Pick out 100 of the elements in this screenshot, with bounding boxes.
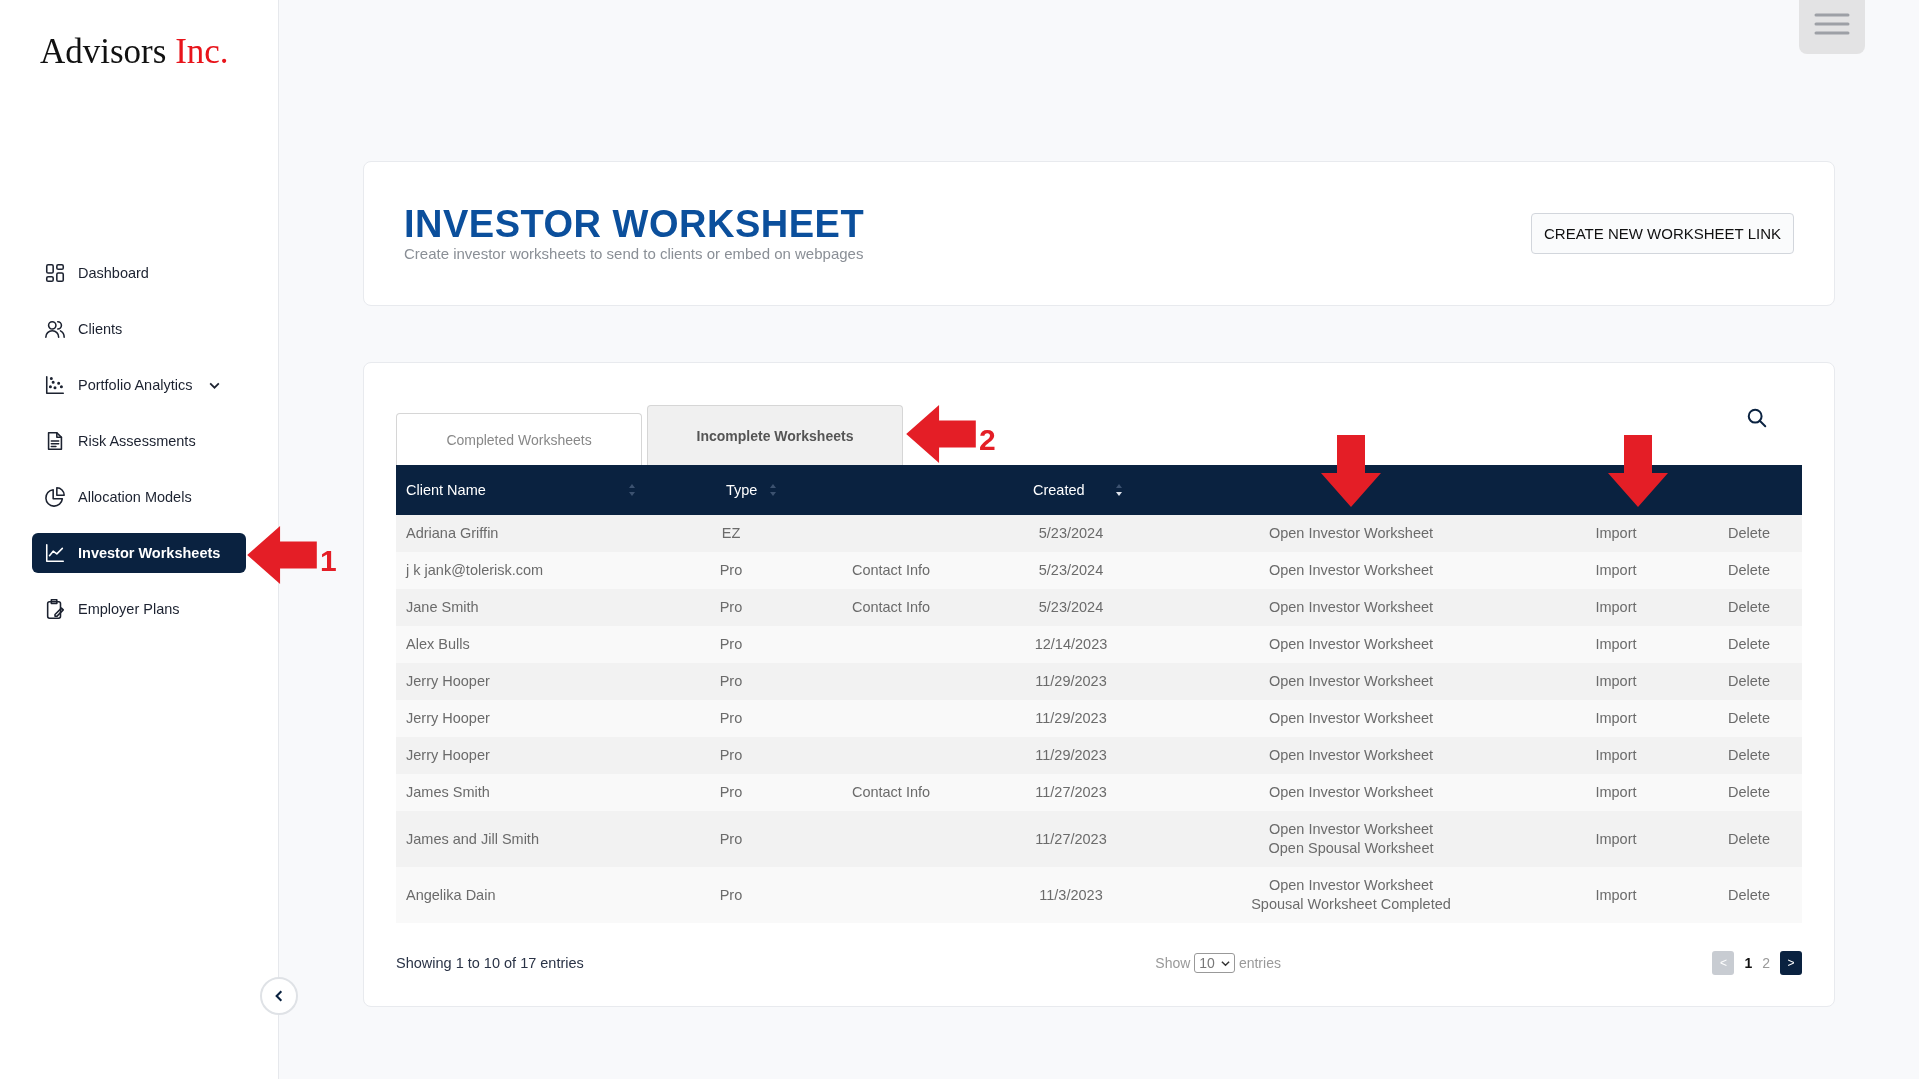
client-name: Jane Smith	[406, 599, 479, 615]
sidebar-item[interactable]: Dashboard	[32, 253, 246, 293]
import-link[interactable]: Import	[1595, 747, 1637, 763]
client-name: Jerry Hooper	[406, 673, 490, 689]
caret-icon	[1220, 958, 1230, 968]
import-link[interactable]: Import	[1595, 886, 1637, 903]
sidebar-item[interactable]: Allocation Models	[32, 477, 246, 517]
sidebar-item[interactable]: Investor Worksheets	[32, 533, 246, 573]
client-name: James and Jill Smith	[406, 830, 539, 847]
import-link[interactable]: Import	[1595, 599, 1637, 615]
page-number[interactable]: 1	[1744, 955, 1753, 971]
worksheet-link[interactable]: Open Investor Worksheet	[1170, 820, 1532, 839]
worksheet-link[interactable]: Open Investor Worksheet	[1170, 635, 1532, 654]
type-cell: Pro	[719, 636, 743, 652]
created-date: 5/23/2024	[1038, 562, 1104, 578]
created-date: 5/23/2024	[1038, 599, 1104, 615]
client-name: Jerry Hooper	[406, 710, 490, 726]
grid-icon	[44, 262, 66, 284]
clipboard-icon	[44, 598, 66, 620]
sidebar-item[interactable]: Clients	[32, 309, 246, 349]
contact-info-link[interactable]: Contact Info	[851, 784, 931, 800]
column-header[interactable]: Created	[1033, 482, 1085, 498]
worksheet-link[interactable]: Open Investor Worksheet	[1170, 672, 1532, 691]
created-date: 11/29/2023	[1035, 673, 1107, 689]
delete-link[interactable]: Delete	[1728, 710, 1770, 726]
sidebar-item[interactable]: Risk Assessments	[32, 421, 246, 461]
entries-label: entries	[1238, 955, 1281, 971]
client-name: James Smith	[406, 784, 490, 800]
type-cell: Pro	[719, 562, 743, 578]
menu-icon	[1814, 12, 1850, 36]
column-header[interactable]: Client Name	[406, 482, 486, 498]
client-name: Jerry Hooper	[406, 747, 490, 763]
delete-link[interactable]: Delete	[1728, 830, 1770, 847]
line-chart-icon	[44, 542, 66, 564]
type-cell: Pro	[719, 710, 743, 726]
page-size-select[interactable]: 10	[1194, 953, 1235, 973]
delete-link[interactable]: Delete	[1728, 562, 1770, 578]
worksheet-link[interactable]: Open Investor Worksheet	[1170, 783, 1532, 802]
sidebar-item[interactable]: Employer Plans	[32, 589, 246, 629]
sort-icon[interactable]	[1114, 483, 1123, 497]
import-link[interactable]: Import	[1595, 636, 1637, 652]
next-page-button[interactable]: >	[1780, 951, 1802, 975]
sidebar-item[interactable]: Portfolio Analytics	[32, 365, 246, 405]
worksheet-link[interactable]: Open Investor Worksheet	[1170, 709, 1532, 728]
import-link[interactable]: Import	[1595, 562, 1637, 578]
annotation-number: 2	[979, 425, 996, 455]
import-link[interactable]: Import	[1595, 525, 1637, 541]
annotation-number: 1	[320, 546, 337, 576]
worksheet-link[interactable]: Open Investor Worksheet	[1170, 524, 1532, 543]
import-link[interactable]: Import	[1595, 830, 1637, 847]
type-cell: Pro	[719, 599, 743, 615]
scatter-chart-icon	[44, 374, 66, 396]
column-header[interactable]: Type	[726, 482, 758, 498]
client-name: Angelika Dain	[406, 886, 496, 903]
delete-link[interactable]: Delete	[1728, 636, 1770, 652]
delete-link[interactable]: Delete	[1728, 673, 1770, 689]
created-date: 11/3/2023	[1039, 886, 1103, 903]
worksheet-link[interactable]: Open Investor Worksheet	[1170, 876, 1532, 895]
import-link[interactable]: Import	[1595, 710, 1637, 726]
created-date: 11/29/2023	[1035, 710, 1107, 726]
type-cell: Pro	[719, 886, 743, 903]
worksheet-link[interactable]: Open Investor Worksheet	[1170, 746, 1532, 765]
delete-link[interactable]: Delete	[1728, 525, 1770, 541]
type-cell: Pro	[719, 673, 743, 689]
tab[interactable]: Incomplete Worksheets	[647, 405, 903, 465]
delete-link[interactable]: Delete	[1728, 784, 1770, 800]
show-label: Show	[1155, 955, 1191, 971]
client-name: j k jank@tolerisk.com	[406, 562, 544, 578]
type-cell: Pro	[719, 784, 743, 800]
contact-info-link[interactable]: Contact Info	[851, 599, 931, 615]
created-date: 11/27/2023	[1035, 830, 1107, 847]
left-arrow-icon	[246, 526, 318, 584]
created-date: 11/29/2023	[1035, 747, 1107, 763]
worksheet-link[interactable]: Open Investor Worksheet	[1170, 561, 1532, 580]
type-cell: Pro	[719, 830, 743, 847]
page-title: INVESTOR WORKSHEET	[404, 205, 865, 245]
worksheet-link[interactable]: Open Investor Worksheet	[1170, 598, 1532, 617]
create-link-button[interactable]: CREATE NEW WORKSHEET LINK	[1531, 213, 1794, 254]
users-icon	[44, 318, 66, 340]
pie-chart-icon	[44, 486, 66, 508]
client-name: Alex Bulls	[406, 636, 470, 652]
tab[interactable]: Completed Worksheets	[396, 413, 642, 465]
contact-info-link[interactable]: Contact Info	[851, 562, 931, 578]
page-number[interactable]: 2	[1762, 955, 1770, 971]
delete-link[interactable]: Delete	[1728, 599, 1770, 615]
left-arrow-icon	[905, 405, 977, 463]
company-logo: Advisors Inc.	[40, 32, 229, 72]
delete-link[interactable]: Delete	[1728, 886, 1770, 903]
import-link[interactable]: Import	[1595, 784, 1637, 800]
page-subtitle: Create investor worksheets to send to clients or embed on webpages	[404, 244, 865, 262]
collapse-button[interactable]	[260, 977, 298, 1015]
worksheet-link[interactable]: Spousal Worksheet Completed	[1170, 895, 1532, 914]
type-cell: Pro	[719, 747, 743, 763]
worksheet-link[interactable]: Open Spousal Worksheet	[1170, 839, 1532, 858]
created-date: 12/14/2023	[1034, 636, 1108, 652]
delete-link[interactable]: Delete	[1728, 747, 1770, 763]
search-icon[interactable]	[1746, 407, 1768, 429]
menu-button[interactable]	[1799, 0, 1865, 54]
import-link[interactable]: Import	[1595, 673, 1637, 689]
created-date: 11/27/2023	[1035, 784, 1107, 800]
